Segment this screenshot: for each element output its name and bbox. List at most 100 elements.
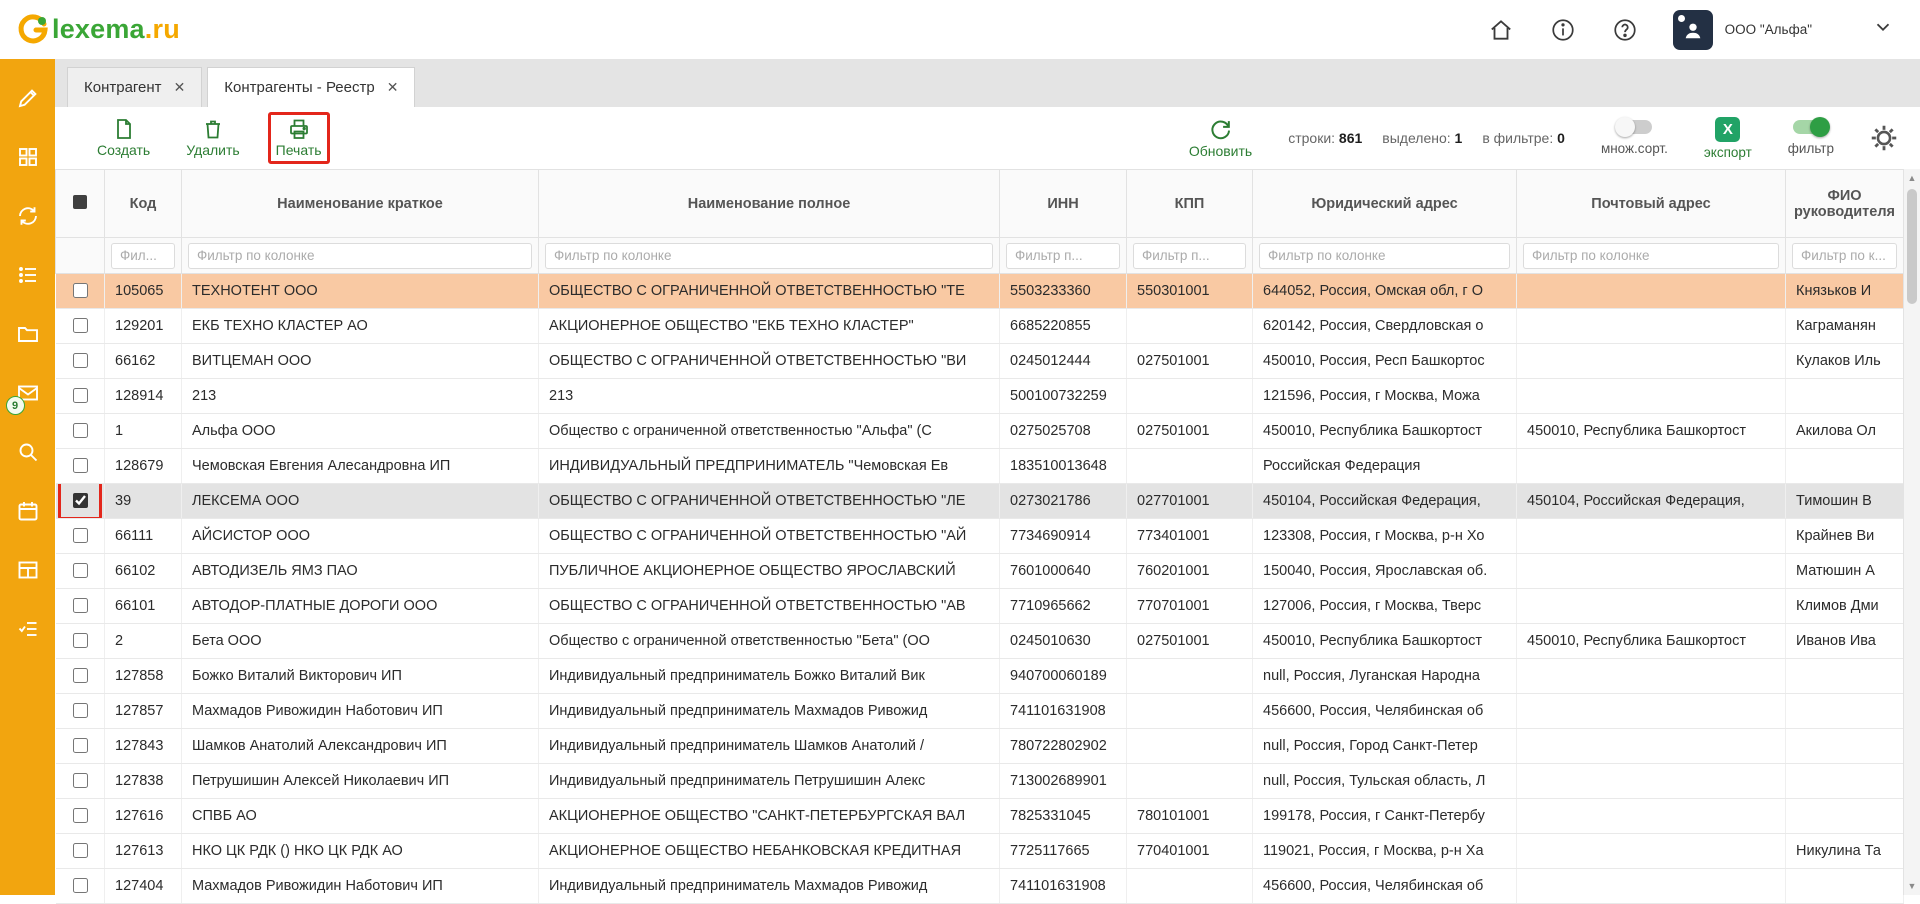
filter-cell-checkbox bbox=[56, 238, 105, 274]
close-tab-icon[interactable]: ✕ bbox=[174, 79, 186, 96]
scrollbar-thumb[interactable] bbox=[1907, 189, 1917, 304]
info-icon[interactable] bbox=[1549, 16, 1577, 44]
table-row[interactable]: 129201ЕКБ ТЕХНО КЛАСТЕР АОАКЦИОНЕРНОЕ ОБ… bbox=[56, 309, 1904, 344]
table-row[interactable]: 128914213213500100732259121596, Россия, … bbox=[56, 379, 1904, 414]
column-header-code[interactable]: Код bbox=[105, 170, 182, 238]
row-checkbox[interactable] bbox=[73, 528, 88, 543]
filter-input-inn[interactable] bbox=[1006, 243, 1120, 269]
table-row[interactable]: 128679Чемовская Евгения Алесандровна ИПИ… bbox=[56, 449, 1904, 484]
scroll-up-icon[interactable]: ▲ bbox=[1904, 169, 1920, 187]
row-checkbox[interactable] bbox=[73, 808, 88, 823]
row-checkbox[interactable] bbox=[73, 423, 88, 438]
tab-kontragent[interactable]: Контрагент ✕ bbox=[67, 67, 202, 107]
cell-code: 129201 bbox=[105, 309, 182, 344]
table-row[interactable]: 2Бета ООООбщество с ограниченной ответст… bbox=[56, 624, 1904, 659]
mail-icon[interactable]: 9 bbox=[15, 380, 41, 406]
edit-icon[interactable] bbox=[15, 85, 41, 111]
row-checkbox[interactable] bbox=[73, 353, 88, 368]
column-header-inn[interactable]: ИНН bbox=[1000, 170, 1127, 238]
row-checkbox[interactable] bbox=[73, 878, 88, 893]
vertical-scrollbar[interactable]: ▲ ▼ bbox=[1903, 169, 1920, 895]
folder-icon[interactable] bbox=[15, 321, 41, 347]
cell-postal bbox=[1517, 379, 1786, 414]
table-row[interactable]: 66101АВТОДОР-ПЛАТНЫЕ ДОРОГИ ООООБЩЕСТВО … bbox=[56, 589, 1904, 624]
row-checkbox[interactable] bbox=[73, 318, 88, 333]
filter-input-kpp[interactable] bbox=[1133, 243, 1246, 269]
column-header-director[interactable]: ФИО руководителя bbox=[1786, 170, 1904, 238]
row-checkbox[interactable] bbox=[73, 773, 88, 788]
chevron-down-icon[interactable] bbox=[1872, 16, 1894, 43]
search-icon[interactable] bbox=[15, 439, 41, 465]
column-header-kpp[interactable]: КПП bbox=[1127, 170, 1253, 238]
registry-list-icon[interactable] bbox=[15, 262, 41, 288]
select-all-header[interactable] bbox=[56, 170, 105, 238]
filter-input-short-name[interactable] bbox=[188, 243, 532, 269]
new-document-icon bbox=[112, 117, 136, 141]
table-row[interactable]: 1Альфа ООООбщество с ограниченной ответс… bbox=[56, 414, 1904, 449]
close-tab-icon[interactable]: ✕ bbox=[387, 79, 399, 96]
help-icon[interactable] bbox=[1611, 16, 1639, 44]
table-row[interactable]: 127616СПВБ АОАКЦИОНЕРНОЕ ОБЩЕСТВО "САНКТ… bbox=[56, 799, 1904, 834]
sync-icon[interactable] bbox=[15, 203, 41, 229]
row-checkbox[interactable] bbox=[73, 598, 88, 613]
row-checkbox[interactable] bbox=[73, 703, 88, 718]
table-row[interactable]: 127404Махмадов Ривожидин Наботович ИПИнд… bbox=[56, 869, 1904, 904]
column-header-short-name[interactable]: Наименование краткое bbox=[182, 170, 539, 238]
table-row[interactable]: 39ЛЕКСЕМА ООООБЩЕСТВО С ОГРАНИЧЕННОЙ ОТВ… bbox=[56, 484, 1904, 519]
cell-code: 39 bbox=[105, 484, 182, 519]
table-row[interactable]: 66111АЙСИСТОР ООООБЩЕСТВО С ОГРАНИЧЕННОЙ… bbox=[56, 519, 1904, 554]
filter-input-full-name[interactable] bbox=[545, 243, 993, 269]
scroll-down-icon[interactable]: ▼ bbox=[1904, 877, 1920, 895]
filter-input-postal-address[interactable] bbox=[1523, 243, 1779, 269]
row-checkbox[interactable] bbox=[73, 633, 88, 648]
column-header-legal-address[interactable]: Юридический адрес bbox=[1253, 170, 1517, 238]
home-icon[interactable] bbox=[1487, 16, 1515, 44]
row-checkbox[interactable] bbox=[73, 563, 88, 578]
settings-gear-icon[interactable] bbox=[1870, 124, 1898, 152]
print-button[interactable]: Печать bbox=[276, 117, 322, 158]
filter-toggle-block[interactable]: фильтр bbox=[1788, 120, 1834, 156]
rows-count: строки: 861 bbox=[1288, 130, 1362, 146]
filter-input-legal-address[interactable] bbox=[1259, 243, 1510, 269]
filter-input-director[interactable] bbox=[1792, 243, 1897, 269]
table-row[interactable]: 127858Божко Виталий Викторович ИПИндивид… bbox=[56, 659, 1904, 694]
table-row[interactable]: 127857Махмадов Ривожидин Наботович ИПИнд… bbox=[56, 694, 1904, 729]
row-checkbox-cell bbox=[56, 834, 105, 869]
table-icon[interactable] bbox=[15, 557, 41, 583]
table-row[interactable]: 127838Петрушишин Алексей Николаевич ИПИн… bbox=[56, 764, 1904, 799]
table-row[interactable]: 66162ВИТЦЕМАН ООООБЩЕСТВО С ОГРАНИЧЕННОЙ… bbox=[56, 344, 1904, 379]
row-checkbox[interactable] bbox=[73, 493, 88, 508]
delete-button[interactable]: Удалить bbox=[186, 117, 239, 158]
create-button[interactable]: Создать bbox=[97, 117, 150, 158]
row-checkbox[interactable] bbox=[73, 668, 88, 683]
filter-input-code[interactable] bbox=[111, 243, 175, 269]
multisort-toggle-block[interactable]: множ.сорт. bbox=[1601, 120, 1668, 156]
cell-code: 66111 bbox=[105, 519, 182, 554]
cell-legal: 121596, Россия, г Москва, Можа bbox=[1253, 379, 1517, 414]
modules-grid-icon[interactable] bbox=[15, 144, 41, 170]
tab-kontragenty-reestr[interactable]: Контрагенты - Реестр ✕ bbox=[207, 67, 415, 107]
row-checkbox[interactable] bbox=[73, 458, 88, 473]
row-checkbox[interactable] bbox=[73, 843, 88, 858]
table-row[interactable]: 66102АВТОДИЗЕЛЬ ЯМЗ ПАОПУБЛИЧНОЕ АКЦИОНЕ… bbox=[56, 554, 1904, 589]
column-header-postal-address[interactable]: Почтовый адрес bbox=[1517, 170, 1786, 238]
cell-full: ОБЩЕСТВО С ОГРАНИЧЕННОЙ ОТВЕТСТВЕННОСТЬЮ… bbox=[539, 484, 1000, 519]
column-header-full-name[interactable]: Наименование полное bbox=[539, 170, 1000, 238]
user-menu[interactable]: ООО "Альфа" bbox=[1673, 10, 1812, 50]
export-button[interactable]: X экспорт bbox=[1704, 117, 1752, 160]
cell-short: Шамков Анатолий Александрович ИП bbox=[182, 729, 539, 764]
table-row[interactable]: 127843Шамков Анатолий Александрович ИПИн… bbox=[56, 729, 1904, 764]
table-row[interactable]: 105065ТЕХНОТЕНТ ООООБЩЕСТВО С ОГРАНИЧЕНН… bbox=[56, 274, 1904, 309]
row-checkbox[interactable] bbox=[73, 388, 88, 403]
cell-fio: Крайнев Ви bbox=[1786, 519, 1904, 554]
tasks-checklist-icon[interactable] bbox=[15, 616, 41, 642]
multisort-toggle[interactable] bbox=[1616, 120, 1652, 134]
row-checkbox[interactable] bbox=[73, 738, 88, 753]
filter-toggle[interactable] bbox=[1793, 120, 1829, 134]
select-all-checkbox[interactable] bbox=[73, 195, 87, 209]
calendar-icon[interactable] bbox=[15, 498, 41, 524]
row-checkbox[interactable] bbox=[73, 283, 88, 298]
refresh-button[interactable]: Обновить bbox=[1189, 117, 1252, 159]
table-row[interactable]: 127613НКО ЦК РДК () НКО ЦК РДК АОАКЦИОНЕ… bbox=[56, 834, 1904, 869]
row-checkbox-cell bbox=[56, 414, 105, 449]
